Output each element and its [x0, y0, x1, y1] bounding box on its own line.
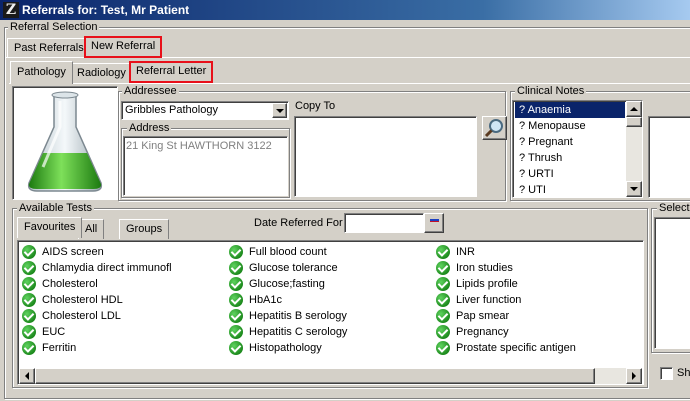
tab-pathology[interactable]: Pathology — [10, 61, 73, 84]
test-label: Lipids profile — [456, 278, 518, 290]
check-icon — [22, 341, 36, 355]
check-icon — [436, 277, 450, 291]
chevron-up-icon — [630, 107, 638, 111]
tab-past-referrals[interactable]: Past Referrals — [7, 38, 91, 58]
clinical-notes-detail[interactable] — [648, 116, 690, 198]
selected-tests-legend: Select — [657, 202, 690, 214]
test-label: Glucose tolerance — [249, 262, 338, 274]
test-label: AIDS screen — [42, 246, 104, 258]
check-icon — [436, 341, 450, 355]
addressee-select[interactable]: Gribbles Pathology — [121, 101, 289, 120]
test-label: Full blood count — [249, 246, 327, 258]
scroll-right-button[interactable] — [626, 368, 642, 384]
check-icon — [436, 309, 450, 323]
test-label: Iron studies — [456, 262, 513, 274]
check-icon — [436, 245, 450, 259]
check-icon — [229, 277, 243, 291]
calendar-icon — [430, 219, 439, 222]
test-label: Cholesterol HDL — [42, 294, 123, 306]
window-title: Referrals for: Test, Mr Patient — [22, 3, 190, 17]
test-label: Cholesterol — [42, 278, 98, 290]
selected-tests-list[interactable] — [654, 217, 690, 349]
flask-icon — [27, 91, 103, 192]
list-item[interactable]: ? Pregnant — [515, 134, 625, 150]
check-icon — [22, 261, 36, 275]
check-icon — [229, 341, 243, 355]
check-icon — [22, 309, 36, 323]
addressee-legend: Addressee — [122, 85, 179, 97]
clinical-notes-scrollbar[interactable] — [626, 101, 642, 197]
test-label: Hepatitis B serology — [249, 310, 347, 322]
tab-new-referral[interactable]: New Referral — [84, 36, 163, 58]
pathology-image-frame — [12, 86, 118, 200]
list-item[interactable]: ? URTI — [515, 166, 625, 182]
list-item[interactable]: ? Thrush — [515, 150, 625, 166]
list-item[interactable]: ? Menopause — [515, 118, 625, 134]
list-item[interactable]: ? Anaemia — [515, 102, 625, 118]
date-referred-label: Date Referred For — [254, 217, 343, 229]
check-icon — [22, 277, 36, 291]
test-label: Hepatitis C serology — [249, 326, 348, 338]
test-label: Prostate specific antigen — [456, 342, 576, 354]
addressee-selected-value: Gribbles Pathology — [125, 104, 218, 116]
chevron-left-icon — [25, 372, 29, 380]
scroll-left-button[interactable] — [19, 368, 35, 384]
address-text: 21 King St HAWTHORN 3122 — [126, 140, 272, 152]
check-icon — [22, 325, 36, 339]
subtab-page-border — [9, 83, 690, 84]
test-label: EUC — [42, 326, 66, 338]
tab-radiology[interactable]: Radiology — [70, 63, 133, 83]
check-icon — [229, 245, 243, 259]
test-label: INR — [456, 246, 475, 258]
tab-favourites[interactable]: Favourites — [17, 217, 83, 238]
check-icon — [229, 261, 243, 275]
test-label: Chlamydia direct immunofl — [42, 262, 172, 274]
check-icon — [436, 261, 450, 275]
test-label: Histopathology — [249, 342, 322, 354]
chevron-down-icon — [275, 108, 284, 113]
scroll-up-button[interactable] — [626, 101, 642, 117]
test-label: Ferritin — [42, 342, 77, 354]
list-item[interactable]: ? UTI — [515, 182, 625, 198]
check-icon — [436, 293, 450, 307]
check-icon — [22, 245, 36, 259]
show-checkbox[interactable] — [660, 367, 673, 380]
check-icon — [436, 325, 450, 339]
check-icon — [229, 309, 243, 323]
date-referred-field[interactable] — [344, 213, 424, 233]
copy-to-field[interactable] — [294, 116, 477, 197]
address-field[interactable]: 21 King St HAWTHORN 3122 — [123, 136, 288, 196]
tab-groups[interactable]: Groups — [119, 219, 170, 239]
tests-list[interactable]: AIDS screen Chlamydia direct immunofl Ch… — [17, 240, 644, 385]
magnifier-icon — [484, 119, 503, 138]
chevron-down-icon — [630, 187, 638, 191]
clinical-notes-legend: Clinical Notes — [515, 85, 587, 97]
copy-to-search-button[interactable] — [482, 116, 507, 140]
check-icon — [22, 293, 36, 307]
available-tests-legend: Available Tests — [17, 202, 94, 214]
address-legend: Address — [127, 122, 172, 134]
test-label: HbA1c — [249, 294, 283, 306]
test-label: Pregnancy — [456, 326, 509, 338]
scroll-thumb[interactable] — [35, 368, 595, 384]
referral-selection-legend: Referral Selection — [8, 21, 100, 33]
scroll-down-button[interactable] — [626, 181, 642, 197]
check-icon — [229, 325, 243, 339]
test-label: Pap smear — [456, 310, 510, 322]
check-icon — [229, 293, 243, 307]
addressee-dropdown-button[interactable] — [272, 103, 287, 118]
title-bar: Z Referrals for: Test, Mr Patient — [0, 0, 690, 20]
tests-horizontal-scrollbar[interactable] — [19, 368, 642, 384]
date-picker-button[interactable] — [424, 213, 444, 233]
tab-referral-letter[interactable]: Referral Letter — [129, 61, 214, 83]
test-label: Glucose;fasting — [249, 278, 325, 290]
copy-to-label: Copy To — [295, 100, 336, 112]
show-checkbox-label: Sh — [677, 367, 690, 379]
chevron-right-icon — [632, 372, 636, 380]
scroll-thumb[interactable] — [626, 117, 642, 127]
clinical-notes-list[interactable]: ? Anaemia ? Menopause ? Pregnant ? Thrus… — [512, 100, 643, 198]
test-label: Liver function — [456, 294, 522, 306]
test-label: Cholesterol LDL — [42, 310, 121, 322]
app-icon: Z — [3, 2, 19, 18]
